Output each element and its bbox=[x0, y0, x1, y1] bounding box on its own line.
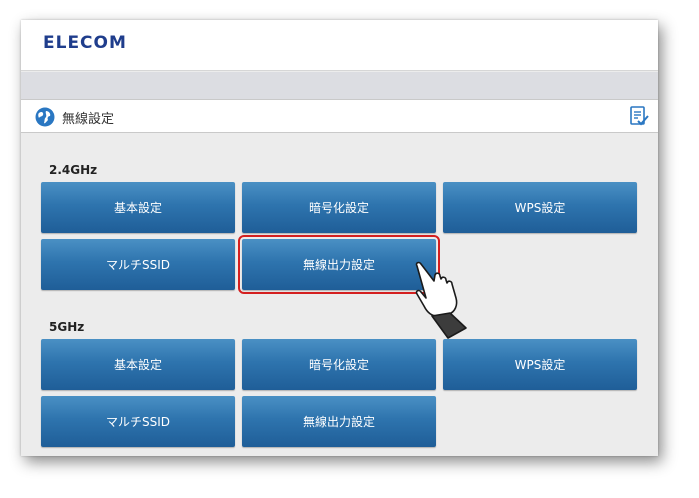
page-title-bar: 無線設定 bbox=[21, 99, 658, 133]
app-window: ELECOM 無線設定 2.4GHz 基本設定 暗号化設定 WPS設定 マルチS… bbox=[21, 20, 658, 456]
wps-settings-button-2-4ghz[interactable]: WPS設定 bbox=[443, 182, 637, 233]
multi-ssid-button-5ghz[interactable]: マルチSSID bbox=[41, 396, 235, 447]
encryption-settings-button-2-4ghz[interactable]: 暗号化設定 bbox=[242, 182, 436, 233]
pointing-hand-cursor-icon bbox=[415, 261, 467, 339]
wireless-output-settings-button-2-4ghz[interactable]: 無線出力設定 bbox=[238, 235, 440, 294]
multi-ssid-button-2-4ghz[interactable]: マルチSSID bbox=[41, 239, 235, 290]
checklist-icon[interactable] bbox=[629, 106, 649, 126]
menu-strip bbox=[21, 72, 658, 99]
wireless-output-settings-button-5ghz[interactable]: 無線出力設定 bbox=[242, 396, 436, 447]
elecom-logo: ELECOM bbox=[43, 33, 127, 53]
basic-settings-button-5ghz[interactable]: 基本設定 bbox=[41, 339, 235, 390]
encryption-settings-button-5ghz[interactable]: 暗号化設定 bbox=[242, 339, 436, 390]
page-title: 無線設定 bbox=[62, 112, 115, 127]
wps-settings-button-5ghz[interactable]: WPS設定 bbox=[443, 339, 637, 390]
header-bar: ELECOM bbox=[21, 20, 658, 71]
basic-settings-button-2-4ghz[interactable]: 基本設定 bbox=[41, 182, 235, 233]
globe-icon bbox=[35, 107, 55, 127]
section-label-2-4ghz: 2.4GHz bbox=[49, 163, 98, 177]
section-label-5ghz: 5GHz bbox=[49, 320, 85, 334]
